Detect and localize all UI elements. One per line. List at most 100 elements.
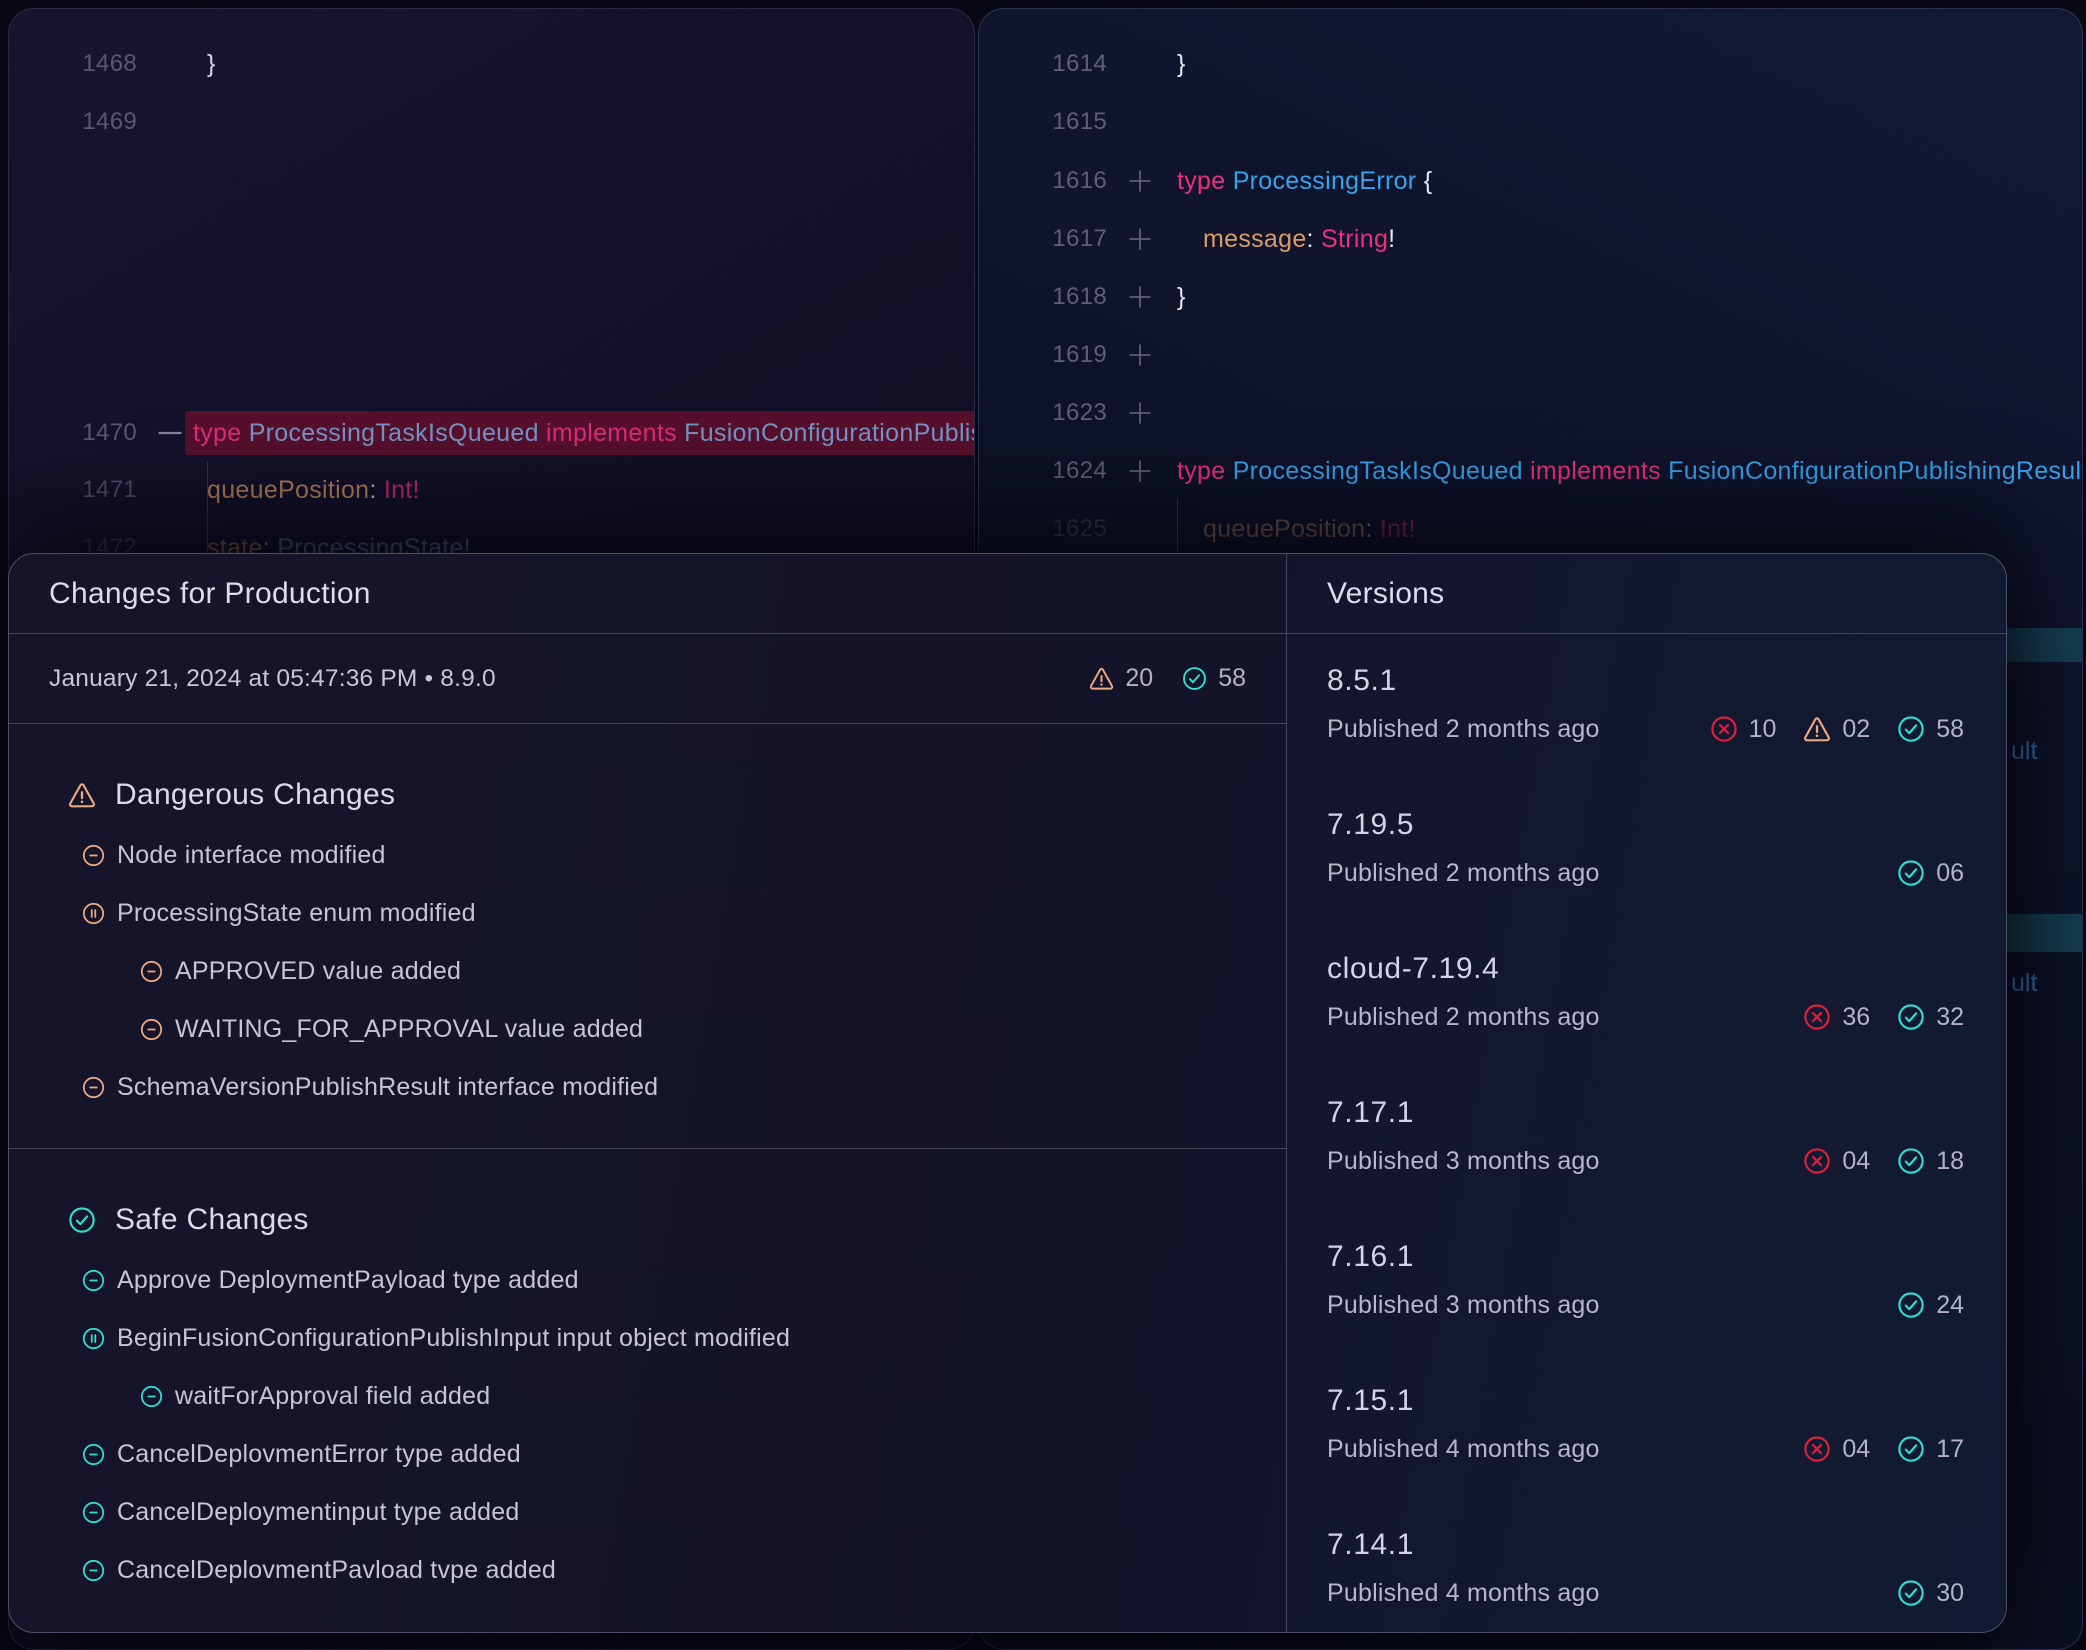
- version-item[interactable]: cloud-7.19.4Published 2 months ago3632: [1287, 923, 2006, 1067]
- checks-count: 24: [1936, 1291, 1964, 1320]
- versions-panel-header: Versions: [1287, 554, 2006, 634]
- change-item: CancelDeploymentinput type added: [9, 1483, 1286, 1541]
- checks-count: 06: [1936, 859, 1964, 888]
- code-text: queuePosition: Int!: [1177, 515, 1416, 544]
- version-title: 7.19.5: [1327, 807, 1964, 843]
- checks-count: 30: [1936, 1579, 1964, 1608]
- version-title: 7.14.1: [1327, 1527, 1964, 1563]
- diff-marker: [1117, 281, 1163, 313]
- diff-marker: [1117, 223, 1163, 255]
- line-number: 1625: [979, 515, 1107, 543]
- version-item[interactable]: 7.15.1Published 4 months ago0417: [1287, 1355, 2006, 1499]
- changes-section-title: Safe Changes: [115, 1203, 309, 1237]
- checks-badge: 32: [1896, 1002, 1964, 1032]
- errors-count: 36: [1842, 1003, 1870, 1032]
- code-line: 1618}: [979, 268, 2082, 326]
- code-line: 1469: [9, 93, 974, 151]
- minus-circle-icon: [139, 1017, 164, 1042]
- errors-count: 04: [1842, 1435, 1870, 1464]
- changes-section: Dangerous Changes Node interface modified…: [9, 724, 1286, 1148]
- errors-count: 04: [1842, 1147, 1870, 1176]
- version-item[interactable]: 7.17.1Published 3 months ago0418: [1287, 1067, 2006, 1211]
- minus-circle-icon: [81, 1075, 106, 1100]
- version-item[interactable]: 7.16.1Published 3 months ago24: [1287, 1211, 2006, 1355]
- version-item[interactable]: 8.5.1Published 2 months ago100258: [1287, 635, 2006, 779]
- clipped-code-fragment: ult: [2011, 969, 2037, 998]
- version-item[interactable]: 7.19.5Published 2 months ago06: [1287, 779, 2006, 923]
- change-item-label: CancelDeploymentinput type added: [117, 1498, 520, 1527]
- errors-badge: 36: [1802, 1002, 1870, 1032]
- change-item-label: BeginFusionConfigurationPublishInput inp…: [117, 1324, 790, 1353]
- diff-marker: [1117, 455, 1163, 487]
- minus-circle-icon: [139, 959, 164, 984]
- change-item-label: CancelDeplovmentError type added: [117, 1440, 521, 1469]
- code-text: type ProcessingTaskIsQueued implements F…: [1177, 457, 2082, 486]
- errors-count: 10: [1749, 715, 1777, 744]
- plus-marker-icon: [1124, 223, 1156, 255]
- line-number: 1471: [9, 476, 137, 504]
- changes-section-heading: Safe Changes: [9, 1189, 1286, 1251]
- plus-marker-icon: [1124, 281, 1156, 313]
- version-title: 8.5.1: [1327, 663, 1964, 699]
- code-line: 1623: [979, 384, 2082, 442]
- change-item-label: waitForApproval field added: [175, 1382, 490, 1411]
- diff-marker: [1117, 397, 1163, 429]
- pause-circle-icon: [81, 901, 106, 926]
- warnings-count: 20: [1125, 664, 1153, 693]
- release-meta-row: January 21, 2024 at 05:47:36 PM • 8.9.0 …: [9, 634, 1286, 724]
- line-number: 1624: [979, 457, 1107, 485]
- x-circle-icon: [1709, 714, 1739, 744]
- x-circle-icon: [1802, 1146, 1832, 1176]
- minus-circle-icon: [81, 1268, 106, 1293]
- version-badges: 30: [1896, 1578, 1964, 1608]
- changes-section-title: Dangerous Changes: [115, 778, 395, 812]
- minus-marker-icon: [153, 416, 187, 450]
- errors-badge: 04: [1802, 1434, 1870, 1464]
- warnings-badge: 02: [1802, 714, 1870, 744]
- changes-modal: Changes for Production January 21, 2024 …: [8, 553, 2007, 1633]
- code-line: 1617message: String!: [979, 210, 2082, 268]
- version-title: 7.17.1: [1327, 1095, 1964, 1131]
- minus-circle-icon: [81, 1558, 106, 1583]
- minus-circle-icon: [81, 1442, 106, 1467]
- diff-marker: [1117, 339, 1163, 371]
- check-circle-icon: [1896, 1002, 1926, 1032]
- code-line: 1614}: [979, 35, 2082, 93]
- version-published: Published 2 months ago: [1327, 715, 1600, 744]
- version-published: Published 4 months ago: [1327, 1435, 1600, 1464]
- plus-marker-icon: [1124, 455, 1156, 487]
- versions-list[interactable]: 8.5.1Published 2 months ago1002587.19.5P…: [1287, 635, 2006, 1632]
- code-line: 1616 type ProcessingError {: [979, 152, 2082, 210]
- change-item: waitForApproval field added: [9, 1367, 1286, 1425]
- change-item-label: SchemaVersionPublishResult interface mod…: [117, 1073, 658, 1102]
- code-line: 1624 type ProcessingTaskIsQueued implemen…: [979, 442, 2082, 500]
- change-item-label: WAITING_FOR_APPROVAL value added: [175, 1015, 643, 1044]
- clipped-code-fragment: ult: [2011, 737, 2037, 766]
- version-badges: 0417: [1802, 1434, 1964, 1464]
- line-number: 1615: [979, 108, 1107, 136]
- line-number: 1614: [979, 50, 1107, 78]
- plus-marker-icon: [1124, 397, 1156, 429]
- changes-section-heading: Dangerous Changes: [9, 764, 1286, 826]
- checks-badge: 58: [1181, 664, 1246, 693]
- checks-count: 58: [1218, 664, 1246, 693]
- version-badges: 36 32: [1802, 1002, 1964, 1032]
- change-item: ProcessingState enum modified: [9, 884, 1286, 942]
- change-item: CancelDeplovmentPavload tvpe added: [9, 1541, 1286, 1599]
- checks-count: 32: [1936, 1003, 1964, 1032]
- code-line: 1468}: [9, 35, 974, 93]
- code-text: type ProcessingError {: [1177, 167, 1432, 196]
- change-item-label: Node interface modified: [117, 841, 386, 870]
- version-published: Published 4 months ago: [1327, 1579, 1600, 1608]
- versions-panel-title: Versions: [1327, 577, 1444, 611]
- changes-sections: Dangerous Changes Node interface modified…: [9, 724, 1286, 1631]
- line-number: 1616: [979, 167, 1107, 195]
- version-item[interactable]: 7.14.1 Published 4 months ago 30: [1287, 1499, 2006, 1632]
- change-item-label: CancelDeplovmentPavload tvpe added: [117, 1556, 556, 1585]
- line-number: 1468: [9, 50, 137, 78]
- check-circle-icon: [1896, 714, 1926, 744]
- change-item-label: ProcessingState enum modified: [117, 899, 476, 928]
- check-circle-icon: [1896, 858, 1926, 888]
- release-meta-text: January 21, 2024 at 05:47:36 PM • 8.9.0: [49, 665, 496, 693]
- code-text: message: String!: [1177, 225, 1395, 254]
